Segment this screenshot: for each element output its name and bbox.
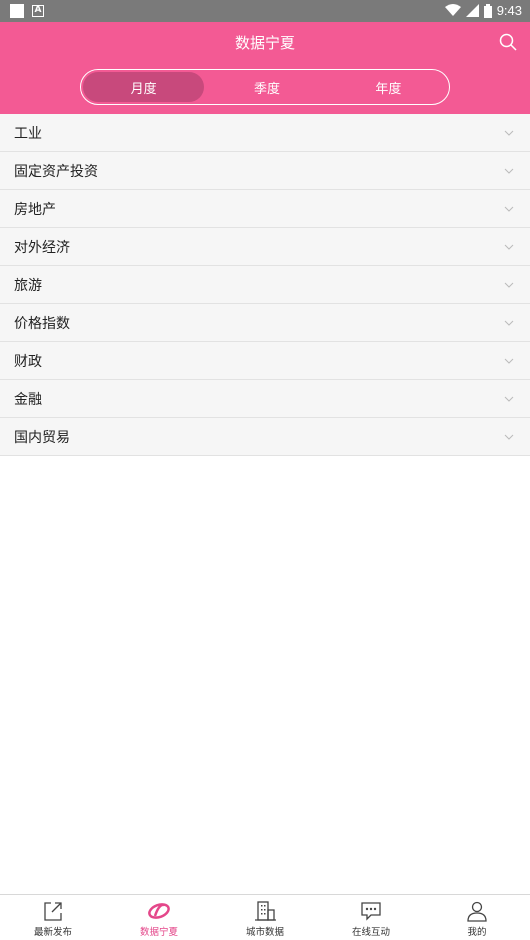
page-title: 数据宁夏 [234,34,295,52]
category-row-finance[interactable]: 财政 [0,342,530,380]
tab-quarterly[interactable]: 季度 [206,70,327,104]
wifi-icon [444,4,461,16]
logo-icon [148,903,170,919]
category-label: 价格指数 [14,315,70,332]
category-label: 国内贸易 [14,429,70,446]
tab-yearly[interactable]: 年度 [328,70,449,104]
notification-square-icon [10,4,24,18]
nav-label: 最新发布 [33,927,72,938]
nav-mine[interactable]: 我的 [424,895,530,940]
nav-latest-releases[interactable]: 最新发布 [0,895,106,940]
category-list: 工业 固定资产投资 房地产 对外经济 旅游 价格指数 财政 金融 国内贸易 [0,114,530,456]
chevron-down-icon [504,320,514,326]
signal-icon [465,4,479,17]
period-tabs: 月度 季度 年度 [80,69,450,105]
chevron-down-icon [504,282,514,288]
category-row-domestic-trade[interactable]: 国内贸易 [0,418,530,456]
chat-icon [361,902,381,921]
nav-city-data[interactable]: 城市数据 [212,895,318,940]
chevron-down-icon [504,358,514,364]
category-row-banking[interactable]: 金融 [0,380,530,418]
tab-monthly[interactable]: 月度 [83,72,205,102]
search-icon[interactable] [498,32,518,52]
category-row-industry[interactable]: 工业 [0,114,530,152]
nav-label: 在线互动 [351,927,390,938]
battery-icon [483,3,492,18]
chevron-down-icon [504,130,514,136]
nav-label: 数据宁夏 [139,927,178,938]
clock: 9:43 [496,3,522,18]
category-row-fixed-asset-investment[interactable]: 固定资产投资 [0,152,530,190]
category-row-real-estate[interactable]: 房地产 [0,190,530,228]
share-icon [44,902,62,921]
nav-data-ningxia[interactable]: 数据宁夏 [106,895,212,940]
category-label: 对外经济 [14,239,70,256]
chevron-down-icon [504,434,514,440]
category-row-tourism[interactable]: 旅游 [0,266,530,304]
category-label: 金融 [14,391,42,408]
category-label: 工业 [14,125,42,142]
app-header: 数据宁夏 月度 季度 年度 [0,22,530,114]
chevron-down-icon [504,168,514,174]
building-icon [255,901,276,921]
nav-online-interaction[interactable]: 在线互动 [318,895,424,940]
chevron-down-icon [504,396,514,402]
nav-label: 城市数据 [245,927,284,938]
notification-a-icon: A [32,5,44,17]
bottom-navigation: 最新发布 数据宁夏 城市数据 在线互动 我的 [0,894,530,940]
category-label: 旅游 [14,277,42,294]
category-row-price-index[interactable]: 价格指数 [0,304,530,342]
nav-label: 我的 [467,927,487,938]
status-bar: A 9:43 [0,0,530,22]
chevron-down-icon [504,206,514,212]
category-row-foreign-economy[interactable]: 对外经济 [0,228,530,266]
chevron-down-icon [504,244,514,250]
category-label: 固定资产投资 [14,163,98,180]
user-icon [467,901,487,922]
category-label: 财政 [14,353,42,370]
category-label: 房地产 [14,201,56,218]
